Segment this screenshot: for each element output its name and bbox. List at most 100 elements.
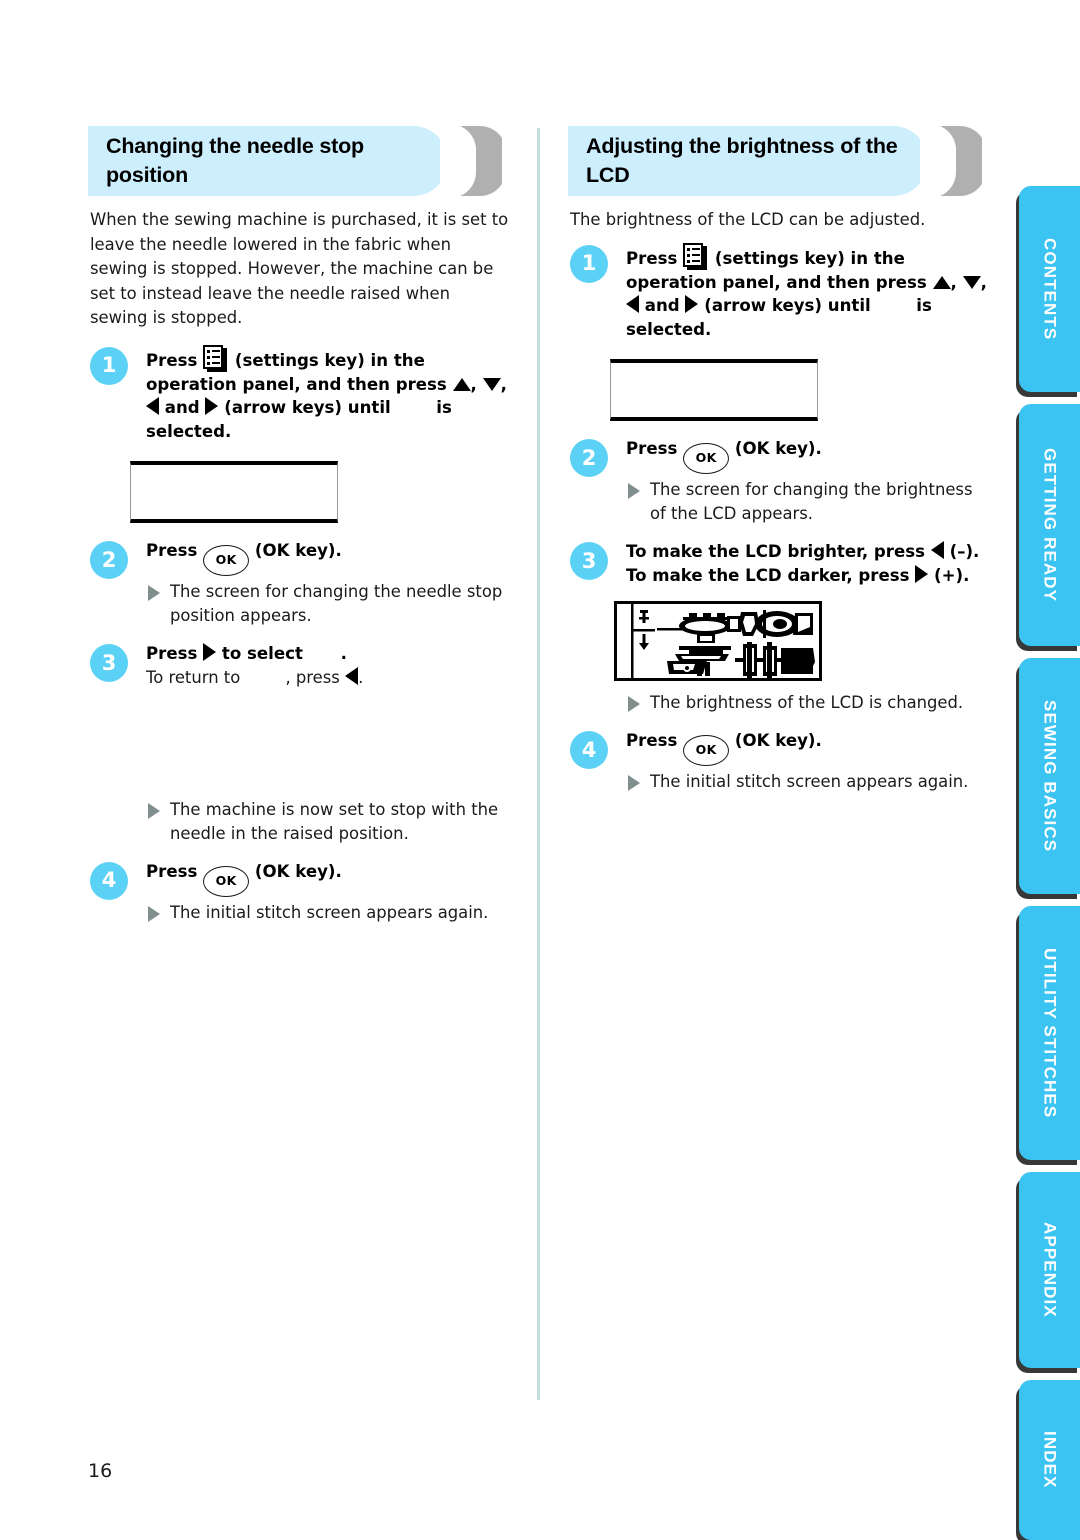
- left-step-3-title: Press to select .: [146, 642, 508, 666]
- settings-key-dot-3: [687, 259, 691, 263]
- settings-key-row-1: [692, 247, 701, 250]
- left-step-4: 4 Press OK (OK key). The initial stitch …: [88, 860, 508, 925]
- left-step-4-text-1: Press: [146, 861, 198, 881]
- side-tab-utility-stitches[interactable]: UTILITY STITCHES: [1019, 906, 1080, 1160]
- right-step-3-result-text: The brightness of the LCD is changed.: [650, 693, 964, 712]
- left-step-4-title: Press OK (OK key).: [146, 860, 508, 897]
- left-step-3-note-3: .: [358, 667, 364, 687]
- right-step-1-title: Press (settings key) in the operation pa…: [626, 242, 988, 342]
- right-step-1: 1 Press (settings key) in the operation …: [568, 242, 988, 342]
- settings-key-dot-3: [207, 361, 211, 365]
- left-step-2-number: 2: [90, 541, 128, 579]
- side-tab-sewing-basics[interactable]: SEWING BASICS: [1019, 658, 1080, 894]
- left-step-4-number: 4: [90, 861, 128, 900]
- right-step-2-result-text: The screen for changing the brightness o…: [650, 480, 973, 523]
- left-lcd-blank-frame: [130, 461, 338, 523]
- right-intro-text: The brightness of the LCD can be adjuste…: [570, 210, 926, 229]
- settings-key-icon[interactable]: [203, 344, 229, 373]
- arrow-right-icon[interactable]: [203, 643, 217, 661]
- page-number: 16: [88, 1460, 113, 1482]
- arrow-up-icon[interactable]: [932, 275, 951, 289]
- left-step-3-note-1: To return to: [146, 667, 241, 687]
- ok-key-icon[interactable]: OK: [683, 735, 730, 766]
- right-step-4-result: The initial stitch screen appears again.: [626, 770, 988, 794]
- left-step-4-result: The initial stitch screen appears again.: [146, 901, 508, 925]
- side-tab-getting-ready[interactable]: GETTING READY: [1019, 404, 1080, 646]
- left-step-3-note: To return to , press .: [146, 666, 508, 690]
- side-tab-getting-ready-label: GETTING READY: [1040, 447, 1060, 603]
- settings-key-dot-2: [687, 253, 691, 257]
- left-step-3: 3 Press to select . To return to , press…: [88, 642, 508, 846]
- right-step-2-text-1: Press: [626, 439, 678, 458]
- right-step-3-text-1: To make the LCD brighter, press: [626, 542, 926, 561]
- arrow-left-icon[interactable]: [345, 666, 359, 685]
- arrow-right-icon[interactable]: [915, 564, 929, 583]
- left-intro-text: When the sewing machine is purchased, it…: [90, 210, 509, 327]
- right-step-2-text-2: (OK key).: [734, 439, 822, 458]
- right-step-4: 4 Press OK (OK key). The initial stitch …: [568, 729, 988, 794]
- right-step-4-text-2: (OK key).: [734, 731, 822, 750]
- left-step-1: 1 Press (settings key) in the operation …: [88, 344, 508, 444]
- left-step-3-text-2: to select: [221, 644, 303, 663]
- arrow-down-icon[interactable]: [482, 377, 501, 391]
- right-step-3-result: The brightness of the LCD is changed.: [626, 691, 988, 715]
- right-header-crescent-icon: [920, 126, 982, 196]
- settings-key-icon[interactable]: [683, 242, 709, 271]
- right-step-3-title: To make the LCD brighter, press (–). To …: [626, 540, 988, 587]
- left-step-4-text-2: (OK key).: [254, 861, 342, 881]
- left-step-3-number: 3: [90, 644, 128, 682]
- left-step-1-text-1: Press: [146, 350, 198, 370]
- left-step-1-text-3: and: [164, 398, 200, 417]
- arrow-left-icon[interactable]: [626, 295, 639, 313]
- left-step-4-body: Press OK (OK key). The initial stitch sc…: [146, 860, 508, 925]
- side-tab-sewing-basics-label: SEWING BASICS: [1040, 699, 1060, 853]
- side-tab-index[interactable]: INDEX: [1019, 1380, 1080, 1540]
- right-step-1-number: 1: [570, 244, 608, 283]
- left-step-4-result-text: The initial stitch screen appears again.: [170, 902, 489, 922]
- side-tab-appendix-label: APPENDIX: [1040, 1222, 1060, 1318]
- lcd-brightness-screen-image: [614, 601, 822, 681]
- right-column: Adjusting the brightness of the LCD The …: [568, 126, 988, 800]
- right-step-1-text-3: and: [644, 296, 680, 315]
- right-section-header: Adjusting the brightness of the LCD: [568, 126, 988, 196]
- left-section-header: Changing the needle stop position: [88, 126, 508, 196]
- left-header-title: Changing the needle stop position: [106, 134, 364, 187]
- settings-key-dot-1: [687, 247, 691, 251]
- arrow-left-icon[interactable]: [930, 541, 944, 559]
- ok-key-icon[interactable]: OK: [683, 443, 730, 474]
- right-step-3-body: To make the LCD brighter, press (–). To …: [626, 540, 988, 587]
- left-step-3-body: Press to select . To return to , press .…: [146, 642, 508, 846]
- left-step-1-comma-1: ,: [470, 374, 477, 394]
- column-divider: [537, 128, 540, 1400]
- left-step-2-body: Press OK (OK key). The screen for changi…: [146, 539, 508, 628]
- ok-key-icon[interactable]: OK: [203, 545, 250, 576]
- result-triangle-icon: [148, 905, 160, 922]
- settings-key-row-2: [212, 355, 221, 358]
- result-triangle-icon: [628, 483, 640, 499]
- settings-key-row-2: [692, 253, 701, 256]
- left-step-2-result: The screen for changing the needle stop …: [146, 580, 508, 628]
- right-step-2-body: Press OK (OK key). The screen for changi…: [626, 437, 988, 526]
- arrow-up-icon[interactable]: [452, 377, 471, 391]
- side-tab-appendix[interactable]: APPENDIX: [1019, 1172, 1080, 1368]
- arrow-down-icon[interactable]: [962, 275, 981, 289]
- left-step-2-text-2: (OK key).: [254, 541, 342, 560]
- right-step-3-text-3: (+).: [934, 565, 970, 585]
- right-step-2-title: Press OK (OK key).: [626, 437, 988, 474]
- right-step-2-result: The screen for changing the brightness o…: [626, 478, 988, 526]
- ok-key-icon[interactable]: OK: [203, 865, 250, 897]
- right-step-4-number: 4: [570, 731, 608, 769]
- right-step-2-number: 2: [570, 439, 608, 477]
- result-triangle-icon: [628, 775, 640, 791]
- lcd-screen-graphic: [617, 604, 819, 678]
- side-tab-contents-label: CONTENTS: [1040, 237, 1060, 341]
- arrow-right-icon[interactable]: [205, 397, 219, 415]
- lcd-icon-top-right: [739, 610, 813, 638]
- arrow-left-icon[interactable]: [146, 397, 159, 415]
- side-tab-contents[interactable]: CONTENTS: [1019, 186, 1080, 392]
- right-step-4-result-text: The initial stitch screen appears again.: [650, 772, 969, 791]
- arrow-right-icon[interactable]: [685, 295, 699, 313]
- left-step-1-number: 1: [90, 346, 128, 385]
- left-step-3-result-text: The machine is now set to stop with the …: [170, 799, 499, 843]
- manual-page: Changing the needle stop position When t…: [0, 0, 1080, 1540]
